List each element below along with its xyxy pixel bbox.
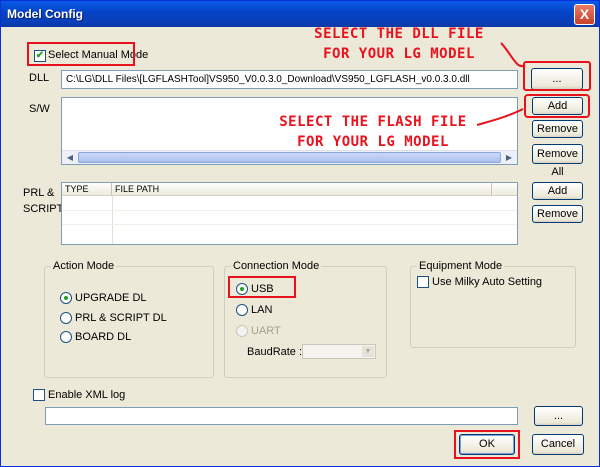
connection-mode-title: Connection Mode [231, 260, 322, 272]
annotation-arrows [476, 42, 526, 126]
prl-script-dl-label: PRL & SCRIPT DL [75, 312, 167, 324]
lan-label: LAN [251, 304, 273, 316]
row-line [62, 210, 517, 211]
xml-log-path-field[interactable] [45, 407, 518, 425]
model-config-dialog: Model Config X ✔ Select Manual Mode DLL … [0, 0, 600, 467]
radio-lan[interactable] [236, 304, 248, 316]
title-bar[interactable]: Model Config X [1, 1, 599, 27]
prl-remove-button[interactable]: Remove [532, 205, 583, 223]
radio-upgrade-dl[interactable] [60, 292, 72, 304]
action-mode-title: Action Mode [51, 260, 117, 272]
uart-label: UART [251, 325, 281, 337]
usb-highlight [228, 276, 296, 298]
radio-board-dl[interactable] [60, 331, 72, 343]
column-header-filler [492, 183, 517, 196]
column-header-file-path[interactable]: FILE PATH [112, 183, 492, 196]
close-button[interactable]: X [574, 4, 595, 25]
dll-label: DLL [29, 72, 50, 84]
milky-auto-checkbox[interactable] [417, 276, 429, 288]
manual-mode-highlight [27, 42, 135, 66]
scroll-right-icon[interactable]: ▶ [502, 151, 516, 164]
sw-horizontal-scrollbar[interactable]: ◀ ▶ [62, 150, 517, 164]
arrow-to-sw-add [476, 108, 524, 126]
baudrate-label: BaudRate : [247, 346, 303, 358]
board-dl-label: BOARD DL [75, 331, 132, 343]
baudrate-select: ▼ [302, 344, 376, 359]
sw-label: S/W [29, 103, 50, 115]
arrow-to-dll-browse [500, 42, 526, 68]
radio-prl-script-dl[interactable] [60, 312, 72, 324]
column-header-type[interactable]: TYPE [62, 183, 112, 196]
scroll-left-icon[interactable]: ◀ [63, 151, 77, 164]
xml-log-checkbox[interactable] [33, 389, 45, 401]
chevron-down-icon: ▼ [362, 346, 374, 357]
window-title: Model Config [7, 7, 83, 21]
script-label: SCRIPT [23, 203, 64, 215]
sw-remove-all-button[interactable]: Remove All [532, 144, 583, 178]
cancel-button[interactable]: Cancel [532, 434, 584, 455]
row-line [62, 224, 517, 225]
equipment-mode-title: Equipment Mode [417, 260, 505, 272]
xml-log-browse-button[interactable]: ... [534, 406, 583, 426]
scroll-thumb[interactable] [78, 152, 501, 163]
ok-highlight [454, 430, 520, 459]
column-divider [112, 196, 113, 244]
prl-label: PRL & [23, 187, 55, 199]
radio-uart [236, 325, 248, 337]
prl-add-button[interactable]: Add [532, 182, 583, 200]
xml-log-label: Enable XML log [48, 389, 126, 401]
prl-script-table[interactable]: TYPE FILE PATH [61, 182, 518, 245]
upgrade-dl-label: UPGRADE DL [75, 292, 147, 304]
milky-auto-label: Use Milky Auto Setting [432, 276, 543, 288]
